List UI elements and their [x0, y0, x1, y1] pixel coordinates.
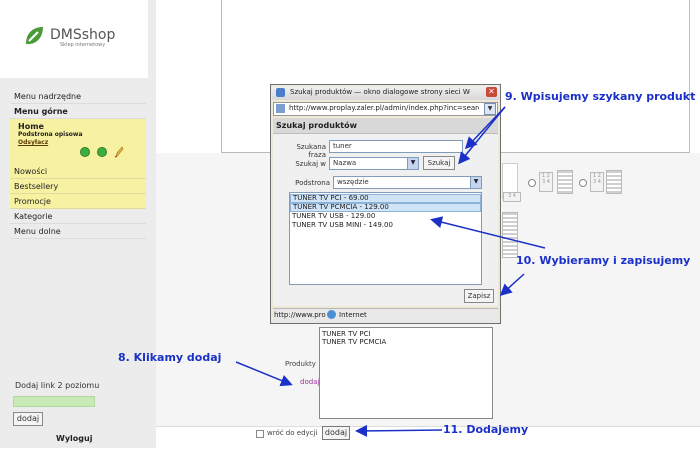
- submenu-item-bestsellers[interactable]: Bestsellery: [10, 179, 146, 194]
- subpage-label: Podstrona: [295, 179, 330, 187]
- search-in-label: Szukaj w: [295, 160, 326, 168]
- search-button[interactable]: Szukaj: [423, 156, 455, 170]
- menu-item-parent[interactable]: Menu nadrzędne: [10, 89, 146, 104]
- add-level2-label: Dodaj link 2 poziomu: [15, 381, 100, 390]
- layout-radio[interactable]: [528, 179, 536, 187]
- main-divider: [148, 0, 156, 448]
- home-title[interactable]: Home: [18, 122, 44, 131]
- list-item: TUNER TV PCI: [322, 330, 371, 338]
- dialog-header-title: Szukaj produktów: [276, 121, 357, 130]
- page-icon: [276, 104, 285, 113]
- globe-icon: [327, 310, 336, 319]
- list-item[interactable]: TUNER TV USB - 129.00: [290, 212, 481, 221]
- status-url: http://www.pro: [274, 311, 326, 319]
- home-link[interactable]: Odsyłacz: [18, 139, 48, 146]
- return-to-edit-label: wróć do edycji: [267, 429, 318, 437]
- annotation-step8: 8. Klikamy dodaj: [118, 351, 222, 364]
- products-label: Produkty: [285, 360, 316, 368]
- browser-window-icon: [276, 88, 285, 97]
- layout-stack: [557, 170, 573, 194]
- menu-item-top[interactable]: Menu górne: [10, 104, 146, 119]
- chevron-down-icon[interactable]: ▼: [407, 158, 418, 169]
- search-phrase-input[interactable]: tuner: [329, 140, 463, 153]
- annotation-step9: 9. Wpisujemy szykany produkt: [505, 90, 696, 103]
- submenu-item-promotions[interactable]: Promocje: [10, 194, 146, 209]
- dialog-url: http://www.proplay.zaler.pl/admin/index.…: [289, 104, 479, 112]
- list-item[interactable]: TUNER TV PCI - 69.00: [290, 194, 481, 203]
- menu-item-categories[interactable]: Kategorie: [10, 209, 146, 224]
- layout-grid-cell: 1 23 4: [590, 172, 604, 192]
- layout-stack: [606, 170, 622, 194]
- products-list[interactable]: TUNER TV PCI TUNER TV PCMCIA: [319, 327, 493, 419]
- home-subtitle: Podstrona opisowa: [18, 131, 83, 138]
- subpage-select[interactable]: wszędzie: [333, 176, 482, 189]
- results-list[interactable]: TUNER TV PCI - 69.00 TUNER TV PCMCIA - 1…: [289, 192, 482, 285]
- status-zone: Internet: [339, 311, 367, 319]
- layout-grid-cell: 1 23 4: [539, 172, 553, 192]
- move-down-icon[interactable]: [97, 147, 107, 157]
- logo-text: DMSshop: [50, 27, 116, 43]
- logo-leaf-icon: [26, 27, 43, 45]
- move-up-icon[interactable]: [80, 147, 90, 157]
- url-dropdown-icon[interactable]: ▼: [484, 103, 496, 115]
- edit-pencil-icon[interactable]: [114, 146, 124, 158]
- list-item[interactable]: TUNER TV USB MINI - 149.00: [290, 221, 481, 230]
- menu-item-bottom[interactable]: Menu dolne: [10, 224, 146, 239]
- close-icon[interactable]: ✕: [486, 87, 497, 97]
- logout-link[interactable]: Wyloguj: [56, 434, 92, 443]
- logo-subtext: Sklep internetowy: [60, 42, 106, 48]
- annotation-step11: 11. Dodajemy: [443, 423, 529, 436]
- add-button[interactable]: dodaj: [322, 426, 350, 440]
- submenu-item-new[interactable]: Nowości: [10, 164, 146, 179]
- sidebar-add-button[interactable]: dodaj: [13, 412, 43, 426]
- annotation-step10: 10. Wybieramy i zapisujemy: [516, 254, 691, 267]
- add-products-link[interactable]: dodaj: [300, 378, 319, 386]
- bottom-bar: [156, 426, 700, 449]
- return-to-edit-checkbox[interactable]: [256, 430, 264, 438]
- phrase-label: Szukana fraza: [296, 143, 326, 159]
- layout-stack: [502, 212, 518, 258]
- list-item: TUNER TV PCMCIA: [322, 338, 387, 346]
- dialog-title: Szukaj produktów — okno dialogowe strony…: [290, 88, 470, 96]
- add-level2-input[interactable]: [13, 396, 95, 407]
- layout-radio[interactable]: [579, 179, 587, 187]
- layout-grid-cell: 3 4: [503, 192, 521, 202]
- list-item[interactable]: TUNER TV PCMCIA - 129.00: [290, 203, 481, 212]
- search-in-select[interactable]: Nazwa: [329, 157, 419, 170]
- save-button[interactable]: Zapisz: [464, 289, 494, 303]
- chevron-down-icon[interactable]: ▼: [470, 177, 481, 188]
